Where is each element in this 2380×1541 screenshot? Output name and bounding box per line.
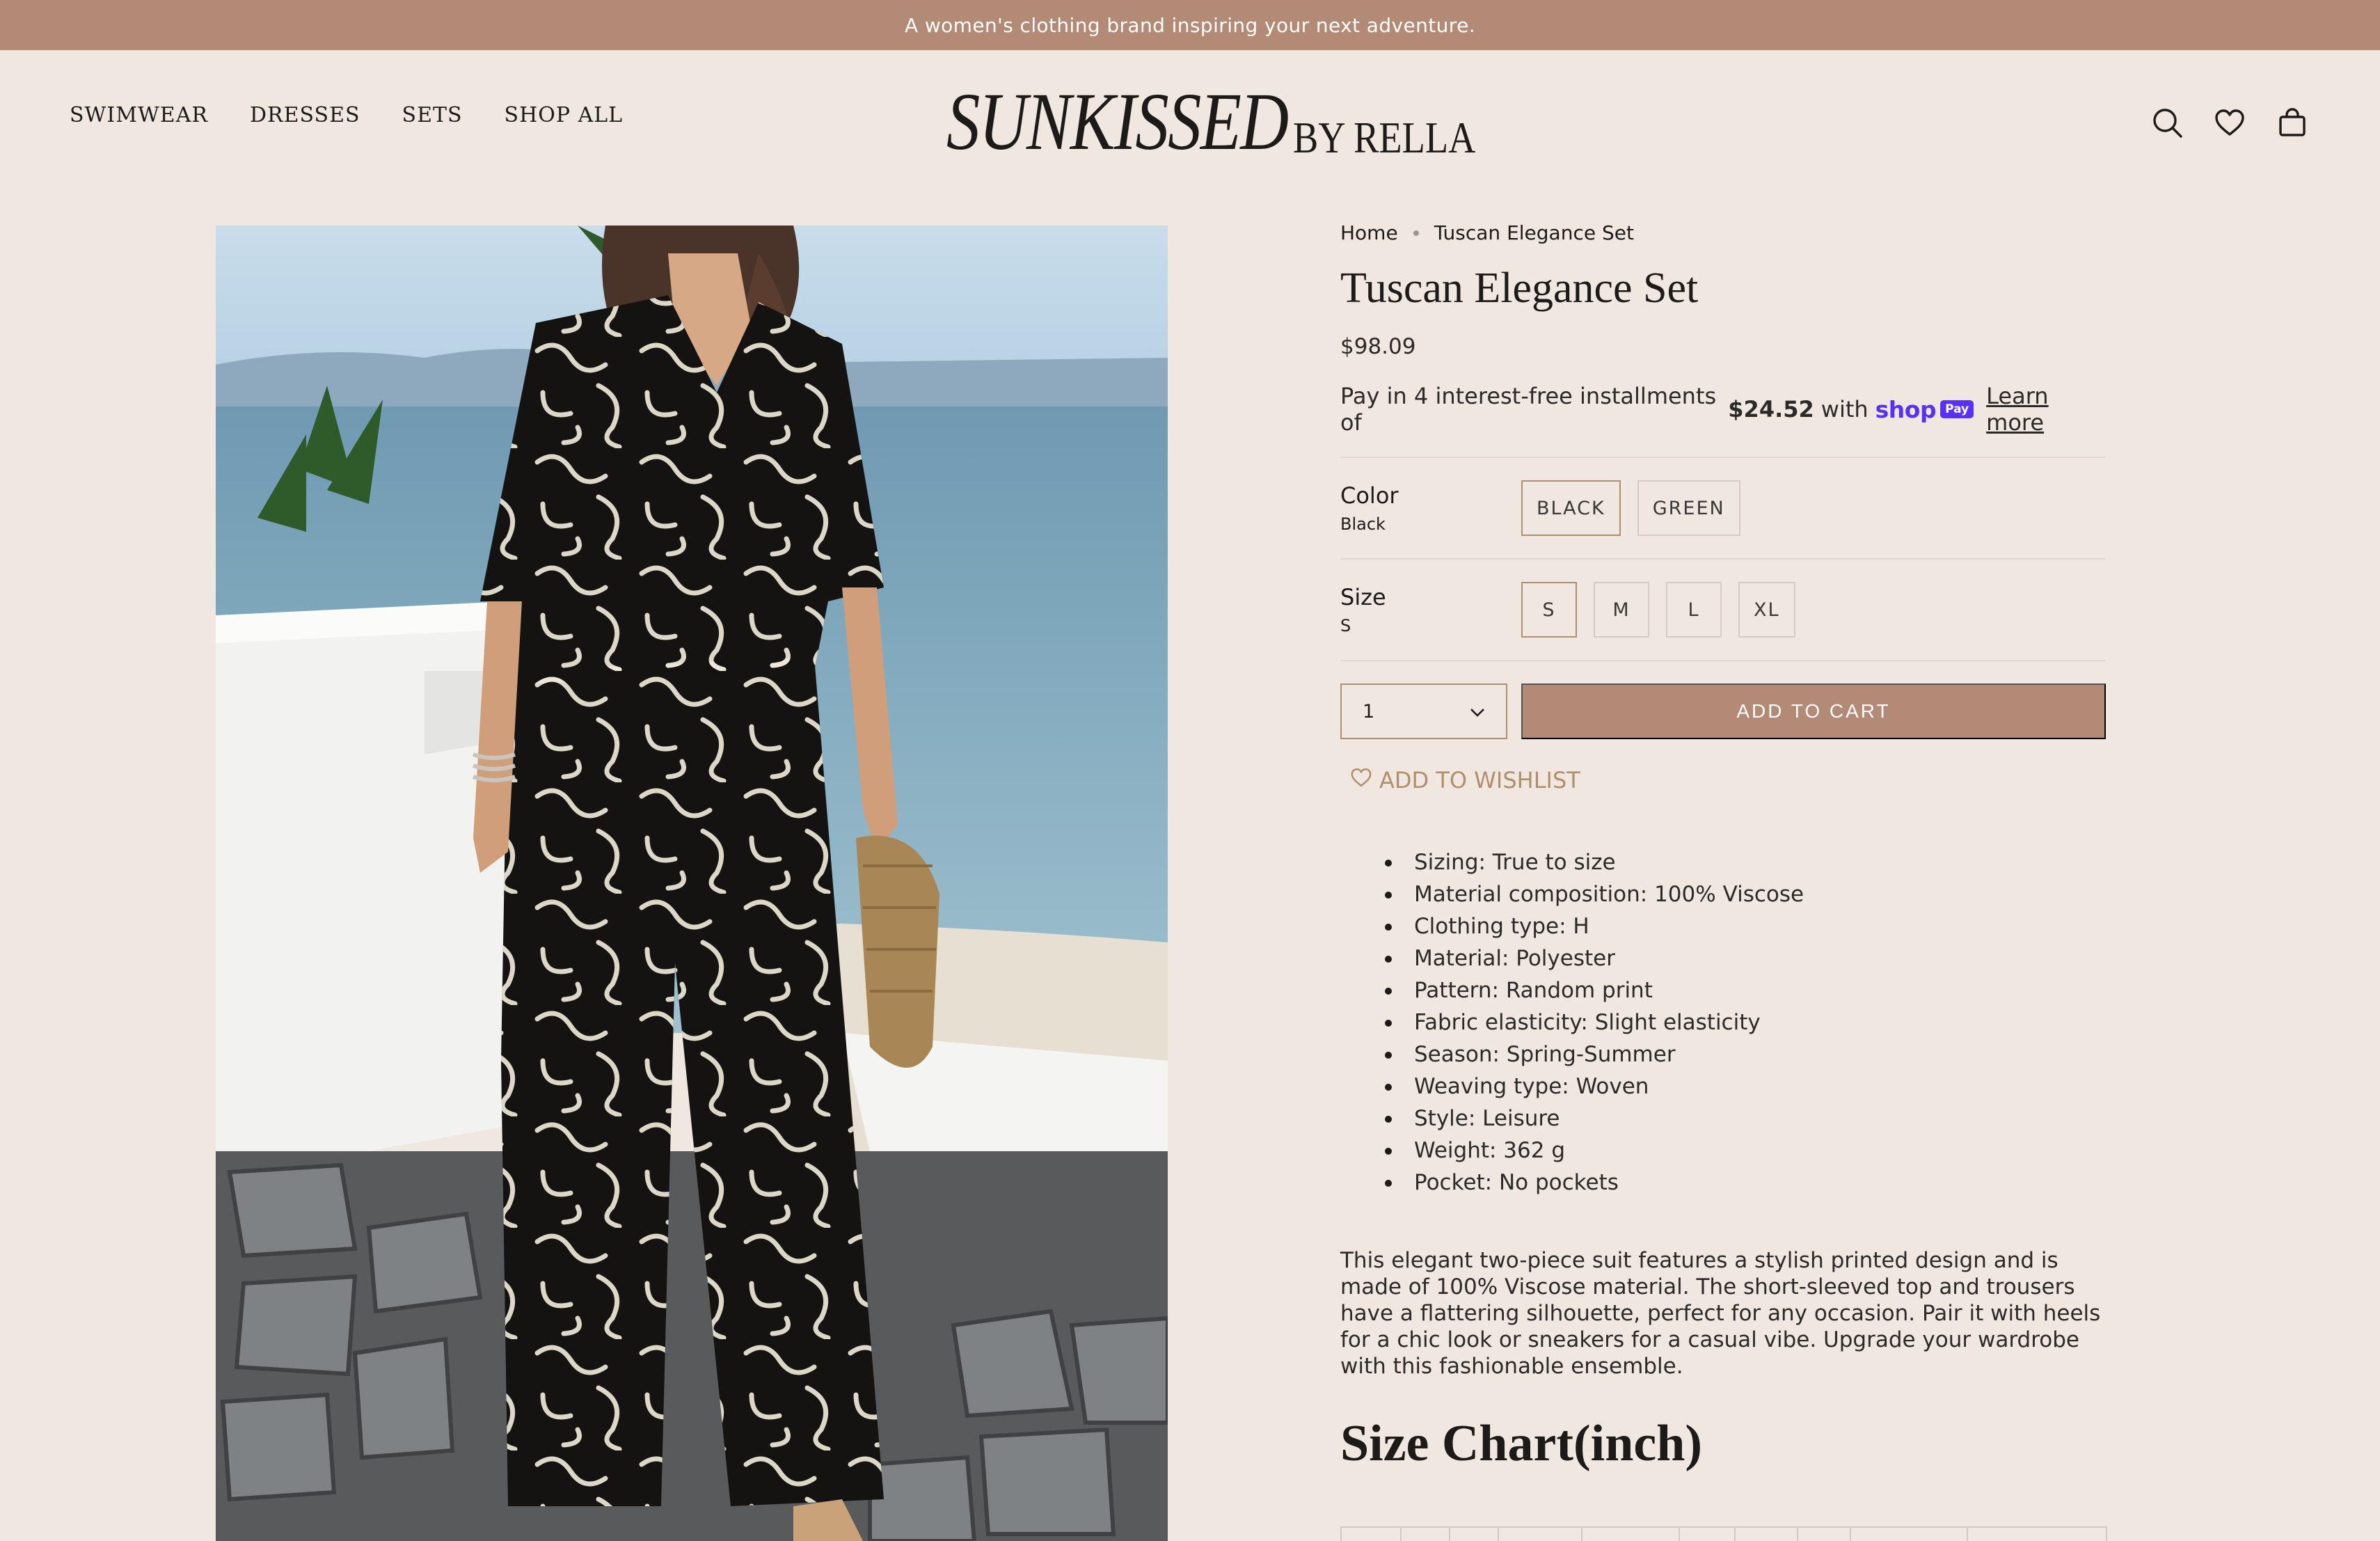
header-actions bbox=[2150, 106, 2309, 139]
installments-with: with bbox=[1820, 396, 1869, 422]
installments-text: Pay in 4 interest-free installments of bbox=[1340, 383, 1717, 436]
nav-item-shop-all[interactable]: SHOP ALL bbox=[505, 103, 624, 127]
shop-pay-logo-text: shop bbox=[1875, 395, 1937, 423]
learn-more-link[interactable]: Learn more bbox=[1986, 383, 2106, 436]
spec-item: Clothing type: H bbox=[1385, 910, 2106, 942]
product-description: This elegant two-piece suit features a s… bbox=[1340, 1248, 2101, 1379]
shop-pay-installments: Pay in 4 interest-free installments of $… bbox=[1340, 383, 2106, 436]
heart-icon bbox=[1350, 767, 1372, 793]
brand-logo[interactable]: SUNKISSED BY RELLA bbox=[946, 79, 1508, 163]
size-chart-table: Size US UK Length Shoulder Bust Waist Hi… bbox=[1340, 1526, 2107, 1541]
color-label-group: Color Black bbox=[1340, 482, 1521, 534]
nav-item-dresses[interactable]: DRESSES bbox=[250, 103, 360, 127]
size-label-group: Size S bbox=[1340, 584, 1521, 635]
size-chart-header: Length bbox=[1498, 1526, 1582, 1541]
add-to-cart-button[interactable]: ADD TO CART bbox=[1521, 683, 2106, 739]
spec-item: Weaving type: Woven bbox=[1385, 1070, 2106, 1103]
product-title: Tuscan Elegance Set bbox=[1340, 264, 1699, 312]
nav-item-swimwear[interactable]: SWIMWEAR bbox=[70, 103, 208, 127]
size-option: Size S S M L XL bbox=[1340, 560, 2106, 660]
nav-item-sets[interactable]: SETS bbox=[402, 103, 463, 127]
shop-pay-badge: Pay bbox=[1940, 400, 1974, 418]
color-selected: Black bbox=[1340, 514, 1386, 534]
spec-item: Material: Polyester bbox=[1385, 942, 2106, 974]
size-swatch-m[interactable]: M bbox=[1594, 582, 1649, 638]
size-chart-header: UK bbox=[1449, 1526, 1499, 1541]
spec-item: Material composition: 100% Viscose bbox=[1385, 878, 2106, 910]
quantity-value: 1 bbox=[1363, 700, 1375, 722]
color-swatch-green[interactable]: GREEN bbox=[1637, 480, 1740, 536]
size-chart-header: Pants length bbox=[1850, 1526, 1968, 1541]
size-chart-header: Waist bbox=[1734, 1526, 1798, 1541]
logo-main-text: SUNKISSED bbox=[946, 76, 1289, 167]
size-swatches: S M L XL bbox=[1521, 582, 1795, 638]
announcement-bar: A women's clothing brand inspiring your … bbox=[0, 0, 2380, 50]
installments-amount: $24.52 bbox=[1728, 396, 1814, 422]
size-chart-header: Size bbox=[1340, 1526, 1402, 1541]
product-image[interactable] bbox=[216, 226, 1168, 1541]
main-nav: SWIMWEAR DRESSES SETS SHOP ALL bbox=[70, 103, 623, 127]
size-chart-title: Size Chart(inch) bbox=[1340, 1415, 1702, 1472]
wishlist-label: ADD TO WISHLIST bbox=[1379, 767, 1580, 793]
heart-icon[interactable] bbox=[2213, 106, 2246, 139]
product-price: $98.09 bbox=[1340, 334, 1416, 359]
spec-item: Pattern: Random print bbox=[1385, 974, 2106, 1006]
size-selected: S bbox=[1340, 616, 1351, 635]
bag-icon[interactable] bbox=[2276, 106, 2309, 139]
color-swatches: BLACK GREEN bbox=[1521, 480, 1740, 536]
spec-item: Fabric elasticity: Slight elasticity bbox=[1385, 1006, 2106, 1038]
spec-item: Pocket: No pockets bbox=[1385, 1167, 2106, 1199]
size-swatch-l[interactable]: L bbox=[1666, 582, 1722, 638]
purchase-row: 1 ADD TO CART bbox=[1340, 683, 2106, 739]
spec-item: Season: Spring-Summer bbox=[1385, 1038, 2106, 1070]
quantity-select[interactable]: 1 bbox=[1340, 683, 1507, 739]
breadcrumb-home-link[interactable]: Home bbox=[1340, 221, 1398, 244]
spec-item: Sizing: True to size bbox=[1385, 846, 2106, 878]
color-option: Color Black BLACK GREEN bbox=[1340, 458, 2106, 558]
color-label: Color bbox=[1340, 482, 1399, 509]
product-specs: Sizing: True to size Material compositio… bbox=[1385, 846, 2106, 1199]
size-chart-header: Bust bbox=[1679, 1526, 1736, 1541]
size-chart-header: Sleeve Length bbox=[1967, 1526, 2107, 1541]
chevron-down-icon bbox=[1470, 701, 1485, 722]
breadcrumb-current: Tuscan Elegance Set bbox=[1434, 221, 1634, 244]
size-label: Size bbox=[1340, 584, 1386, 610]
size-chart-header: Hip bbox=[1797, 1526, 1851, 1541]
spec-item: Style: Leisure bbox=[1385, 1103, 2106, 1135]
announcement-text: A women's clothing brand inspiring your … bbox=[905, 13, 1475, 37]
breadcrumb: Home Tuscan Elegance Set bbox=[1340, 221, 2106, 244]
spec-item: Weight: 362 g bbox=[1385, 1135, 2106, 1167]
size-chart-header: US bbox=[1400, 1526, 1450, 1541]
size-chart-header: Shoulder bbox=[1581, 1526, 1680, 1541]
logo-suffix-text: BY RELLA bbox=[1293, 113, 1476, 162]
color-swatch-black[interactable]: BLACK bbox=[1521, 480, 1621, 536]
site-header: SWIMWEAR DRESSES SETS SHOP ALL SUNKISSED… bbox=[0, 50, 2380, 189]
search-icon[interactable] bbox=[2150, 106, 2184, 139]
product-info: Home Tuscan Elegance Set Tuscan Elegance… bbox=[1340, 221, 2107, 1541]
size-swatch-xl[interactable]: XL bbox=[1738, 582, 1795, 638]
breadcrumb-separator bbox=[1413, 230, 1419, 236]
size-swatch-s[interactable]: S bbox=[1521, 582, 1577, 638]
add-to-wishlist-button[interactable]: ADD TO WISHLIST bbox=[1350, 767, 2106, 793]
divider bbox=[1340, 660, 2106, 661]
